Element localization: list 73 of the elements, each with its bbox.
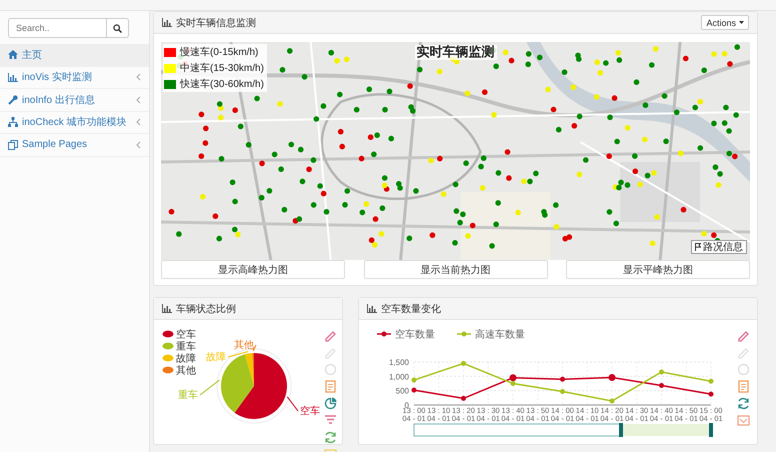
traffic-button[interactable]: 路况信息 — [691, 240, 747, 254]
data-point — [461, 360, 466, 366]
document-icon[interactable] — [737, 380, 750, 393]
slice-label: 重车 — [178, 390, 198, 401]
circle-icon[interactable] — [737, 363, 750, 376]
leader-line — [286, 396, 298, 412]
chart-icon — [162, 304, 172, 313]
legend-label: 慢速车(0-15km/h) — [180, 46, 258, 59]
sidebar-item[interactable]: inoCheck 城市功能模块 — [0, 112, 149, 134]
zoom-slider[interactable] — [414, 423, 713, 437]
data-point — [412, 388, 416, 393]
refresh-icon[interactable] — [737, 397, 750, 410]
pen-icon[interactable] — [737, 329, 750, 342]
legend-label: 中速车(15-30km/h) — [180, 62, 264, 75]
panel-title: 实时车辆信息监测 — [176, 16, 257, 30]
legend-label: 高速车数量 — [475, 328, 525, 340]
data-point — [412, 378, 416, 383]
slice-label: 空车 — [300, 406, 320, 417]
panel-title: 车辆状态比例 — [176, 302, 237, 316]
legend-label: 快速车(30-60km/h) — [180, 78, 264, 91]
y-tick-label: 1,500 — [388, 358, 409, 367]
refresh-icon[interactable] — [324, 431, 337, 444]
legend-label: 重车 — [176, 342, 196, 352]
pie-chart-icon[interactable] — [324, 397, 337, 410]
data-point — [608, 374, 616, 381]
data-point — [659, 370, 664, 375]
search-icon — [113, 24, 122, 32]
data-point — [560, 376, 565, 382]
chart-icon — [8, 72, 18, 82]
chart-icon — [367, 304, 377, 313]
sidebar-item[interactable]: inoVis 实时监测 — [0, 66, 149, 89]
chart-icon — [162, 18, 172, 27]
data-point — [560, 389, 565, 394]
heatmap-button[interactable]: 显示高峰热力图 — [161, 260, 345, 279]
pen-icon[interactable] — [324, 329, 337, 342]
leader-line — [228, 350, 249, 358]
sitemap-icon — [8, 117, 18, 128]
actions-button[interactable]: Actions — [701, 15, 749, 30]
leader-line — [200, 379, 220, 396]
panel-title: 空车数量变化 — [381, 302, 442, 316]
y-tick-label: 0 — [404, 401, 409, 410]
sidebar-item[interactable]: inoInfo 出行信息 — [0, 89, 149, 112]
slice-label: 故障 — [206, 352, 226, 363]
legend-label: 空车数量 — [395, 328, 435, 340]
data-point — [659, 383, 664, 388]
heatmap-button[interactable]: 显示平峰热力图 — [566, 260, 750, 279]
flag-icon — [695, 243, 701, 251]
data-point — [708, 392, 714, 397]
legend-label: 其他 — [176, 366, 196, 376]
circle-icon[interactable] — [324, 363, 337, 376]
leader-line — [252, 344, 256, 352]
data-point — [610, 398, 614, 404]
search-button[interactable] — [107, 18, 129, 38]
legend-label: 空车 — [176, 330, 196, 340]
image-icon[interactable] — [737, 414, 750, 427]
y-tick-label: 500 — [396, 386, 409, 396]
legend-item: 高速车数量 — [457, 330, 525, 340]
legend-label: 故障 — [176, 354, 196, 364]
wrench-icon — [8, 94, 18, 105]
slice-label: 其他 — [234, 340, 254, 351]
pages-icon — [8, 140, 18, 150]
sidebar-item[interactable]: Sample Pages — [0, 134, 149, 156]
home-icon — [8, 50, 18, 60]
heatmap-button[interactable]: 显示当前热力图 — [364, 260, 548, 279]
map-title: 实时车辆监测 — [414, 45, 496, 60]
document-icon[interactable] — [324, 380, 337, 393]
search-field[interactable]: Search.. — [8, 18, 107, 38]
data-point — [461, 396, 466, 401]
caret-icon — [739, 21, 744, 24]
legend-item: 空车数量 — [377, 330, 435, 340]
y-tick-label: 1,000 — [388, 372, 409, 382]
sidebar-item[interactable]: 主页 — [0, 44, 149, 66]
data-point — [708, 378, 714, 384]
